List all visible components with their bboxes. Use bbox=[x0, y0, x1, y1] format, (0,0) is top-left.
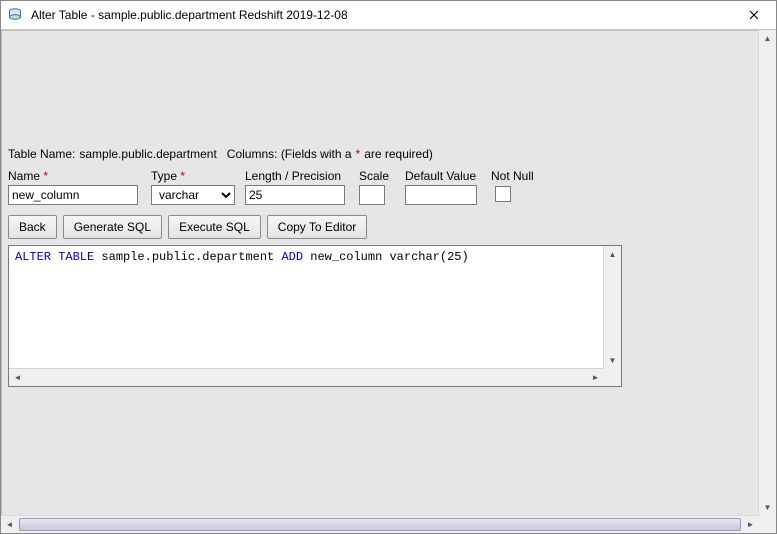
name-input[interactable] bbox=[8, 185, 138, 205]
database-icon bbox=[5, 5, 25, 25]
button-row: Back Generate SQL Execute SQL Copy To Ed… bbox=[8, 215, 752, 239]
info-row: Table Name: sample.public.department Col… bbox=[8, 147, 752, 161]
form: Table Name: sample.public.department Col… bbox=[8, 37, 752, 387]
scale-input[interactable] bbox=[359, 185, 385, 205]
chevron-right-icon[interactable]: ► bbox=[587, 369, 604, 386]
name-label: Name bbox=[8, 169, 40, 183]
client-area: Table Name: sample.public.department Col… bbox=[1, 30, 759, 516]
close-button[interactable] bbox=[732, 1, 776, 29]
table-name-value: sample.public.department bbox=[79, 147, 216, 161]
sql-scroll-corner bbox=[604, 369, 621, 386]
scale-label: Scale bbox=[359, 169, 389, 183]
length-input[interactable] bbox=[245, 185, 345, 205]
columns-label-tail: are required) bbox=[364, 147, 433, 161]
chevron-right-icon[interactable]: ► bbox=[742, 516, 759, 533]
sql-hscroll[interactable]: ◄ ► bbox=[9, 368, 604, 386]
outer-hscroll-track[interactable] bbox=[18, 516, 742, 533]
default-input[interactable] bbox=[405, 185, 477, 205]
notnull-checkbox[interactable] bbox=[495, 186, 511, 202]
outer-hscroll-thumb[interactable] bbox=[19, 518, 741, 531]
sql-vscroll[interactable]: ▲ ▼ bbox=[603, 246, 621, 369]
chevron-left-icon[interactable]: ◄ bbox=[1, 516, 18, 533]
generate-sql-button[interactable]: Generate SQL bbox=[63, 215, 162, 239]
required-mark: * bbox=[356, 147, 361, 161]
notnull-label: Not Null bbox=[491, 169, 534, 183]
sql-table: sample.public.department bbox=[101, 250, 274, 264]
type-required: * bbox=[180, 169, 185, 183]
columns-label: Columns: (Fields with a bbox=[227, 147, 352, 161]
back-button[interactable]: Back bbox=[8, 215, 57, 239]
titlebar: Alter Table - sample.public.department R… bbox=[1, 1, 776, 30]
window: Alter Table - sample.public.department R… bbox=[0, 0, 777, 534]
type-select[interactable]: varchar bbox=[151, 185, 235, 205]
default-label: Default Value bbox=[405, 169, 476, 183]
sql-vscroll-track[interactable] bbox=[604, 263, 621, 352]
field-inputs-row: varchar bbox=[8, 185, 752, 205]
copy-to-editor-button[interactable]: Copy To Editor bbox=[267, 215, 368, 239]
chevron-down-icon[interactable]: ▼ bbox=[604, 352, 621, 369]
sql-kw-add: ADD bbox=[281, 250, 303, 264]
outer-scroll-corner bbox=[759, 516, 776, 533]
chevron-down-icon[interactable]: ▼ bbox=[759, 499, 776, 516]
field-labels-row: Name * Type * Length / Precision Scale D bbox=[8, 169, 752, 183]
execute-sql-button[interactable]: Execute SQL bbox=[168, 215, 261, 239]
table-name-label: Table Name: bbox=[8, 147, 75, 161]
length-label: Length / Precision bbox=[245, 169, 341, 183]
chevron-left-icon[interactable]: ◄ bbox=[9, 369, 26, 386]
sql-hscroll-track[interactable] bbox=[26, 369, 587, 386]
sql-content: ALTER TABLE sample.public.department ADD… bbox=[9, 246, 604, 369]
outer-vscroll[interactable]: ▲ ▼ bbox=[758, 30, 776, 516]
name-required: * bbox=[43, 169, 48, 183]
outer-hscroll[interactable]: ◄ ► bbox=[1, 515, 759, 533]
body: Table Name: sample.public.department Col… bbox=[1, 30, 776, 533]
sql-kw-alter: ALTER TABLE bbox=[15, 250, 94, 264]
chevron-up-icon[interactable]: ▲ bbox=[604, 246, 621, 263]
type-label: Type bbox=[151, 169, 177, 183]
window-title: Alter Table - sample.public.department R… bbox=[31, 8, 732, 22]
chevron-up-icon[interactable]: ▲ bbox=[759, 30, 776, 47]
sql-rest: new_column varchar(25) bbox=[310, 250, 468, 264]
sql-textarea[interactable]: ALTER TABLE sample.public.department ADD… bbox=[8, 245, 622, 387]
